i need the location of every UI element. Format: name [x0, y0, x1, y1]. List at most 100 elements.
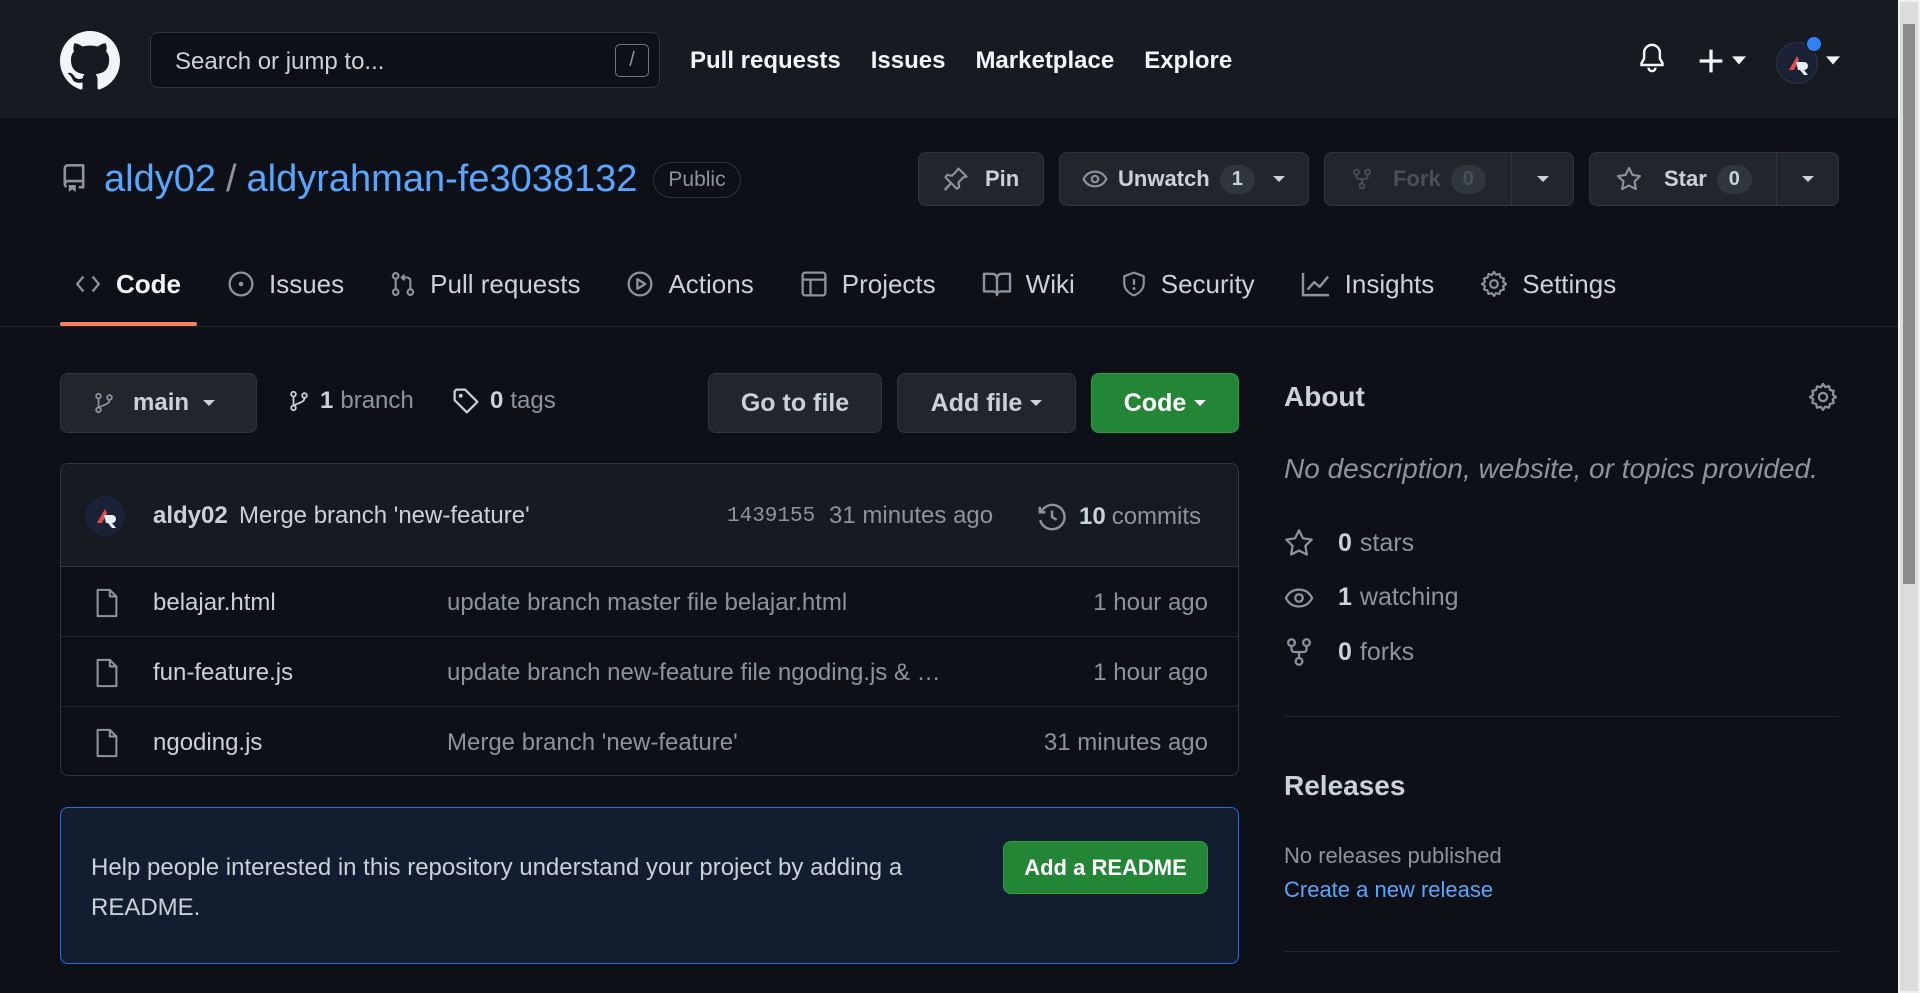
pin-button[interactable]: Pin — [918, 152, 1044, 206]
user-avatar[interactable] — [1776, 35, 1823, 84]
file-row[interactable]: ngoding.js Merge branch 'new-feature' 31… — [61, 707, 1238, 775]
commit-message[interactable]: Merge branch 'new-feature' — [239, 502, 530, 530]
nav-pull-requests[interactable]: Pull requests — [690, 47, 841, 75]
repo-name-link[interactable]: aldyrahman-fe3038132 — [247, 158, 638, 201]
github-repo-page: Search or jump to... / Pull requests Iss… — [0, 0, 1898, 993]
search-shortcut-key: / — [615, 44, 649, 77]
repo-tabs: Code Issues Pull requests Actions Projec… — [60, 258, 1648, 326]
tab-label: Settings — [1522, 268, 1617, 299]
commits-link[interactable]: 10 commits — [1037, 502, 1201, 532]
about-description: No description, website, or topics provi… — [1284, 453, 1818, 484]
nav-explore[interactable]: Explore — [1144, 47, 1232, 75]
gear-icon[interactable] — [1808, 382, 1838, 412]
unwatch-label: Unwatch — [1118, 166, 1210, 191]
git-branch-icon — [290, 390, 308, 412]
tab-actions[interactable]: Actions — [612, 258, 769, 310]
nav-marketplace[interactable]: Marketplace — [975, 47, 1114, 75]
nav-issues[interactable]: Issues — [871, 47, 946, 75]
eye-icon — [1284, 587, 1314, 608]
forks-link[interactable]: 0 forks — [1284, 637, 1414, 667]
star-dropdown[interactable] — [1776, 153, 1838, 205]
tab-label: Security — [1160, 268, 1255, 299]
stars-label: stars — [1359, 528, 1415, 557]
file-age: 1 hour ago — [1093, 589, 1208, 616]
issue-icon — [228, 271, 254, 297]
eye-icon — [1082, 170, 1108, 188]
tab-projects[interactable]: Projects — [786, 258, 952, 310]
star-button[interactable]: Star 0 — [1589, 152, 1839, 206]
tab-issues[interactable]: Issues — [213, 258, 360, 310]
file-name[interactable]: ngoding.js — [153, 729, 262, 757]
search-input[interactable]: Search or jump to... / — [150, 32, 660, 88]
file-commit-message[interactable]: update branch new-feature file ngoding.j… — [447, 659, 987, 687]
chevron-down-icon[interactable] — [1732, 56, 1746, 66]
chevron-down-icon — [1194, 400, 1207, 406]
fork-icon — [1287, 638, 1311, 666]
readme-prompt-text: Help people interested in this repositor… — [91, 854, 903, 921]
forks-count: 0 — [1338, 637, 1352, 666]
tag-icon — [453, 388, 479, 414]
book-icon — [982, 272, 1011, 297]
commits-label: commits — [1111, 503, 1202, 530]
author-avatar[interactable] — [85, 496, 125, 536]
tab-wiki[interactable]: Wiki — [968, 258, 1091, 310]
github-logo-icon[interactable] — [60, 31, 120, 91]
pin-label: Pin — [985, 166, 1020, 191]
sidebar-divider — [1284, 716, 1839, 717]
file-row[interactable]: fun-feature.js update branch new-feature… — [61, 637, 1238, 707]
chevron-down-icon[interactable] — [1826, 56, 1840, 66]
file-commit-message[interactable]: Merge branch 'new-feature' — [447, 729, 987, 757]
releases-heading[interactable]: Releases — [1284, 770, 1405, 802]
avatar-logo-icon — [97, 509, 116, 528]
plus-icon[interactable] — [1698, 48, 1724, 74]
tab-label: Insights — [1344, 268, 1435, 299]
file-name[interactable]: fun-feature.js — [153, 659, 293, 687]
file-row[interactable]: belajar.html update branch master file b… — [61, 567, 1238, 637]
tab-settings[interactable]: Settings — [1466, 258, 1632, 310]
commit-sha[interactable]: 1439155 — [727, 505, 815, 528]
branch-select-button[interactable]: main — [60, 373, 257, 433]
repo-owner-link[interactable]: aldy02 — [104, 158, 216, 201]
file-name[interactable]: belajar.html — [153, 589, 276, 617]
file-icon — [96, 728, 118, 758]
bell-icon[interactable] — [1638, 42, 1666, 74]
chevron-down-icon — [203, 400, 216, 406]
watching-link[interactable]: 1 watching — [1284, 583, 1459, 612]
watch-count: 1 — [1219, 164, 1255, 194]
fork-dropdown[interactable] — [1511, 153, 1573, 205]
file-icon — [96, 588, 118, 618]
chevron-down-icon — [1030, 400, 1043, 406]
fork-count: 0 — [1450, 164, 1486, 194]
file-age: 1 hour ago — [1093, 659, 1208, 686]
code-button[interactable]: Code — [1091, 373, 1239, 433]
star-count: 0 — [1716, 164, 1752, 194]
stars-link[interactable]: 0 stars — [1284, 528, 1414, 558]
readme-prompt: Help people interested in this repositor… — [60, 807, 1239, 964]
branches-link[interactable]: 1 branch — [288, 387, 414, 415]
add-readme-button[interactable]: Add a README — [1003, 841, 1208, 894]
go-to-file-button[interactable]: Go to file — [708, 373, 882, 433]
watching-count: 1 — [1338, 583, 1352, 611]
commit-author[interactable]: aldy02 — [153, 502, 228, 530]
window-scrollbar[interactable] — [1898, 0, 1920, 993]
tab-code[interactable]: Code — [60, 258, 197, 326]
forks-label: forks — [1359, 637, 1415, 666]
create-release-link[interactable]: Create a new release — [1284, 877, 1493, 903]
tags-link[interactable]: 0 tags — [452, 387, 556, 415]
unwatch-button[interactable]: Unwatch 1 — [1059, 152, 1309, 206]
scrollbar-thumb[interactable] — [1903, 24, 1915, 584]
table-icon — [801, 271, 827, 297]
file-age: 31 minutes ago — [1043, 729, 1208, 756]
fork-icon — [1353, 168, 1371, 190]
global-nav: Pull requests Issues Marketplace Explore — [690, 47, 1232, 75]
latest-commit-row: aldy02 Merge branch 'new-feature' 143915… — [61, 464, 1238, 567]
file-commit-message[interactable]: update branch master file belajar.html — [447, 589, 987, 617]
code-icon — [75, 275, 101, 293]
star-label: Star — [1664, 166, 1707, 191]
commit-time: 31 minutes ago — [829, 502, 994, 529]
tab-insights[interactable]: Insights — [1287, 258, 1451, 310]
tab-pull-requests[interactable]: Pull requests — [376, 258, 596, 310]
tab-security[interactable]: Security — [1107, 258, 1271, 310]
fork-button[interactable]: Fork 0 — [1324, 152, 1574, 206]
add-file-button[interactable]: Add file — [897, 373, 1076, 433]
